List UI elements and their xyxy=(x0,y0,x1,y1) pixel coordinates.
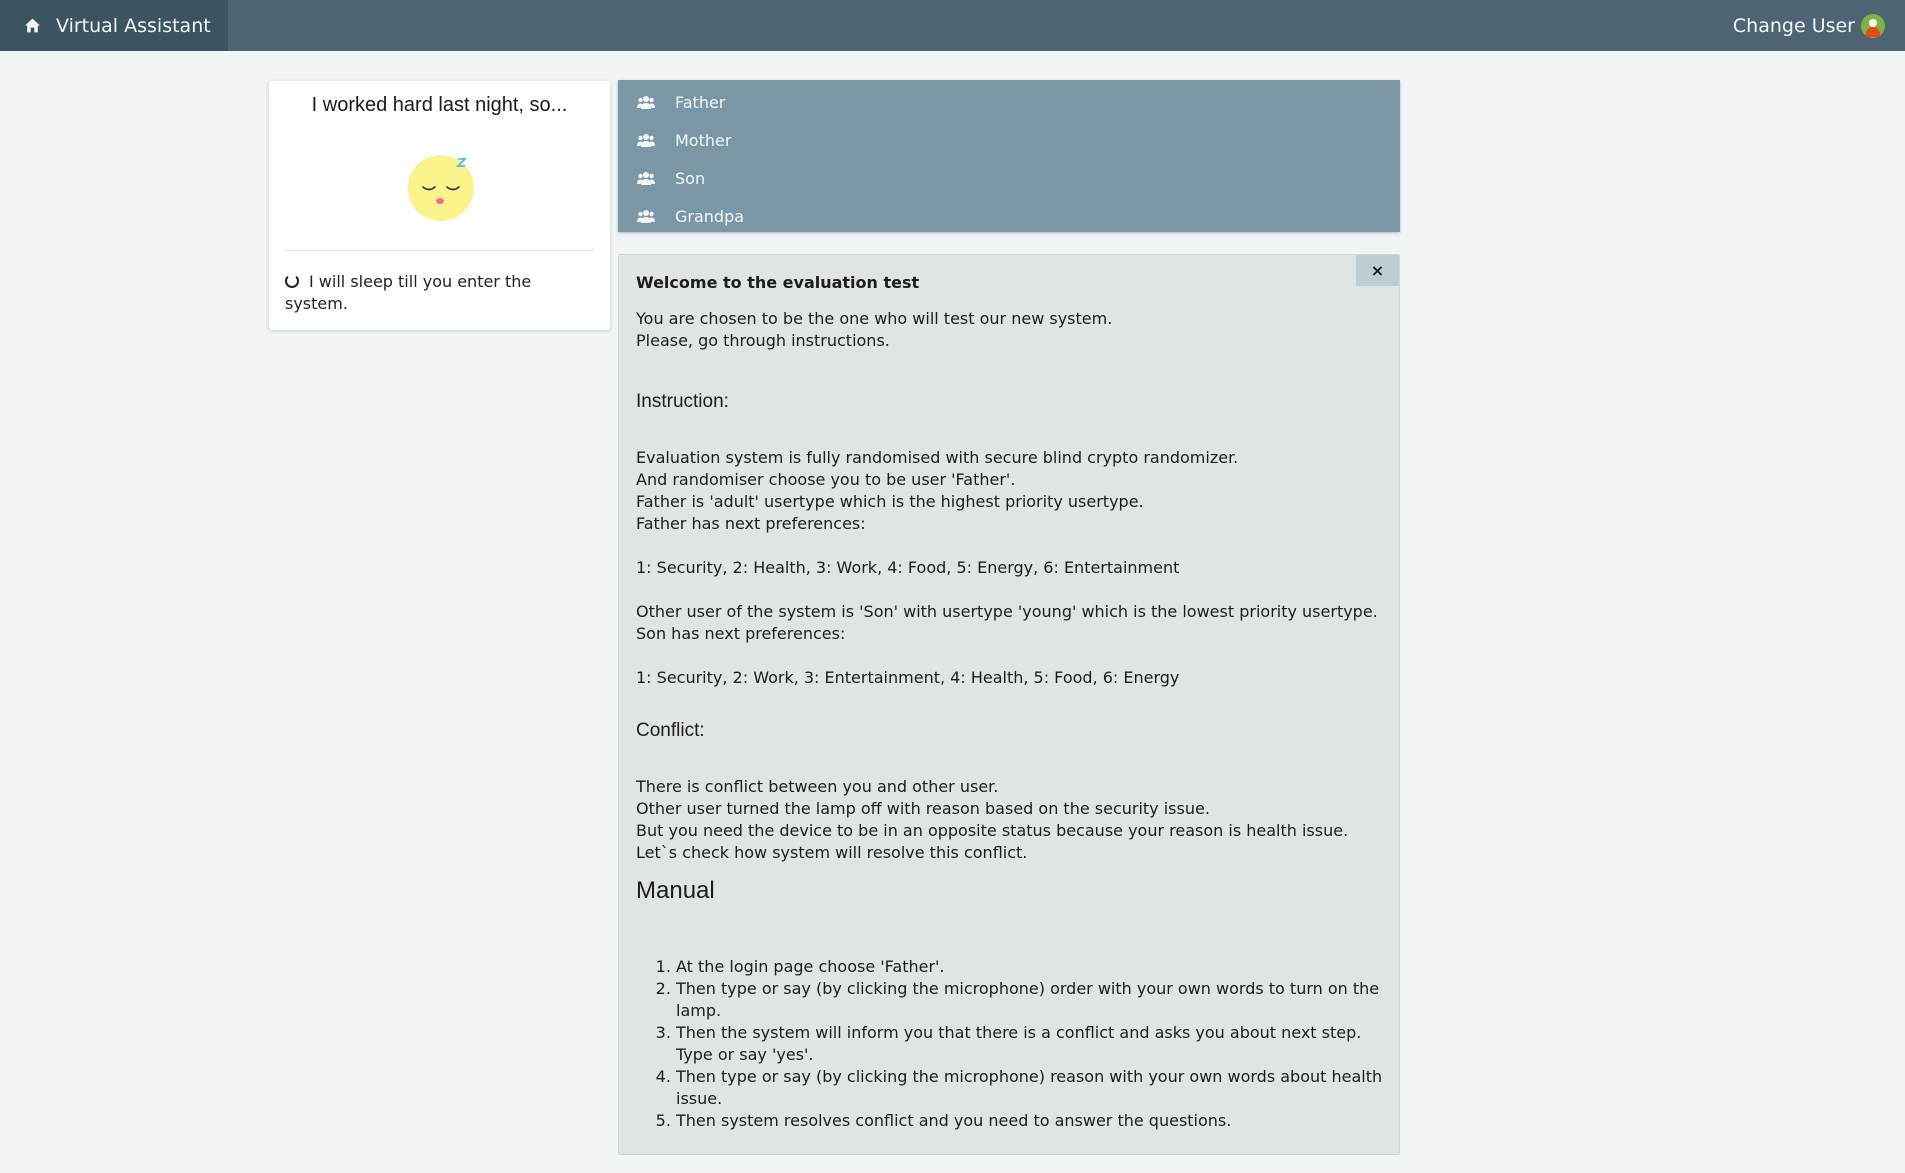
other-user-line: Other user of the system is 'Son' with u… xyxy=(636,602,1378,621)
brand-label: Virtual Assistant xyxy=(56,14,211,37)
conflict-text: There is conflict between you and other … xyxy=(636,776,1383,864)
assistant-title: I worked hard last night, so... xyxy=(311,94,568,116)
intro-line: You are chosen to be the one who will te… xyxy=(636,309,1113,328)
user-item-label: Grandpa xyxy=(675,206,745,226)
assistant-status-text: I will sleep till you enter the system. xyxy=(285,272,532,313)
evaluation-panel: × Welcome to the evaluation test You are… xyxy=(618,254,1400,1155)
close-button[interactable]: × xyxy=(1356,255,1399,286)
user-item-mother[interactable]: Mother xyxy=(618,121,1400,159)
change-user-label: Change User xyxy=(1732,14,1855,37)
users-icon xyxy=(637,172,655,185)
assistant-status: I will sleep till you enter the system. xyxy=(285,271,585,315)
instruction-line: And randomiser choose you to be user 'Fa… xyxy=(636,470,1016,489)
assistant-card: I worked hard last night, so... I will s… xyxy=(269,81,610,330)
users-icon xyxy=(637,134,655,147)
conflict-line: There is conflict between you and other … xyxy=(636,777,999,796)
instruction-line: Father is 'adult' usertype which is the … xyxy=(636,492,1144,511)
user-menu: Father Mother Son Grandpa xyxy=(618,80,1400,232)
manual-step: Then the system will inform you that the… xyxy=(676,1022,1383,1066)
manual-heading: Manual xyxy=(636,877,715,904)
user-item-father[interactable]: Father xyxy=(618,83,1400,121)
user-item-label: Father xyxy=(675,92,726,112)
manual-step: Then type or say (by clicking the microp… xyxy=(676,978,1383,1022)
conflict-line: Other user turned the lamp off with reas… xyxy=(636,799,1210,818)
sleepy-face-icon xyxy=(408,155,474,221)
instruction-line: Evaluation system is fully randomised wi… xyxy=(636,448,1239,467)
manual-steps: At the login page choose 'Father'. Then … xyxy=(636,956,1383,1132)
instruction-text: Evaluation system is fully randomised wi… xyxy=(636,447,1383,689)
change-user-button[interactable]: Change User xyxy=(1733,0,1885,51)
users-icon xyxy=(637,96,655,109)
intro-text: You are chosen to be the one who will te… xyxy=(636,308,1383,352)
user-item-grandpa[interactable]: Grandpa xyxy=(618,197,1400,235)
top-navbar: Virtual Assistant Change User xyxy=(0,0,1905,51)
user-item-label: Mother xyxy=(675,130,732,150)
user-avatar-icon xyxy=(1861,13,1885,38)
instruction-line: Father has next preferences: xyxy=(636,514,866,533)
loading-spinner-icon xyxy=(285,274,299,288)
user-item-label: Son xyxy=(675,168,706,188)
manual-step: At the login page choose 'Father'. xyxy=(676,956,1383,978)
instruction-heading: Instruction: xyxy=(636,391,729,412)
conflict-line: But you need the device to be in an oppo… xyxy=(636,821,1349,840)
users-icon xyxy=(637,210,655,223)
father-preferences: 1: Security, 2: Health, 3: Work, 4: Food… xyxy=(636,558,1180,577)
intro-line: Please, go through instructions. xyxy=(636,331,890,350)
panel-title: Welcome to the evaluation test xyxy=(636,273,920,292)
conflict-line: Let`s check how system will resolve this… xyxy=(636,843,1028,862)
manual-step: Then system resolves conflict and you ne… xyxy=(676,1110,1383,1132)
manual-step: Then type or say (by clicking the microp… xyxy=(676,1066,1383,1110)
card-divider xyxy=(285,250,594,251)
user-item-son[interactable]: Son xyxy=(618,159,1400,197)
other-user-line: Son has next preferences: xyxy=(636,624,846,643)
son-preferences: 1: Security, 2: Work, 3: Entertainment, … xyxy=(636,668,1180,687)
home-icon xyxy=(25,18,40,33)
conflict-heading: Conflict: xyxy=(636,720,705,741)
brand-home-link[interactable]: Virtual Assistant xyxy=(0,0,228,51)
